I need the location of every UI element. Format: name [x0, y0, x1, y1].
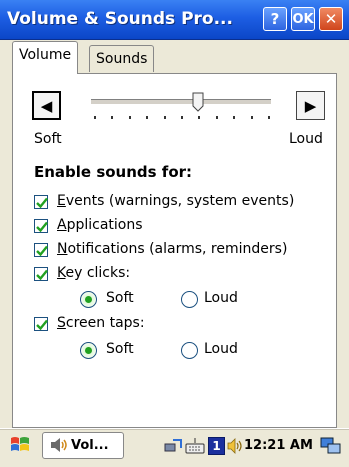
slider-tick	[164, 116, 166, 119]
applications-checkbox[interactable]	[34, 219, 48, 233]
slider-tick	[216, 116, 218, 119]
screen-taps-label[interactable]: Screen taps:	[57, 315, 145, 331]
slider-tick	[181, 116, 183, 119]
enable-sounds-heading: Enable sounds for:	[34, 163, 193, 181]
connectivity-icon[interactable]	[163, 436, 183, 456]
key-clicks-loud-label[interactable]: Loud	[204, 290, 238, 306]
help-button[interactable]: ?	[263, 7, 287, 31]
key-clicks-soft-radio[interactable]	[80, 291, 97, 308]
slider-tick	[233, 116, 235, 119]
screen-taps-loud-radio[interactable]	[181, 342, 198, 359]
close-button[interactable]: ✕	[319, 7, 343, 31]
check-icon	[36, 245, 48, 257]
keyboard-icon[interactable]	[185, 436, 205, 456]
volume-slider-track[interactable]	[91, 99, 271, 105]
volume-min-label: Soft	[34, 131, 62, 147]
key-clicks-checkbox[interactable]	[34, 267, 48, 281]
slider-tick	[268, 116, 270, 119]
ok-button[interactable]: OK	[291, 7, 315, 31]
screen-taps-checkbox[interactable]	[34, 317, 48, 331]
input-indicator-icon[interactable]: 1	[208, 437, 225, 455]
tab-sounds[interactable]: Sounds	[89, 45, 155, 72]
volume-icon[interactable]	[226, 436, 246, 456]
slider-tick	[251, 116, 253, 119]
check-icon	[36, 197, 48, 209]
notifications-label[interactable]: Notifications (alarms, reminders)	[57, 241, 287, 257]
slider-tick	[146, 116, 148, 119]
key-clicks-label[interactable]: Key clicks:	[57, 265, 130, 281]
window-title: Volume & Sounds Pro...	[7, 9, 233, 29]
slider-tick	[129, 116, 131, 119]
check-icon	[36, 269, 48, 281]
speaker-icon	[51, 438, 67, 452]
volume-slider-thumb[interactable]	[192, 92, 204, 112]
slider-tick	[94, 116, 96, 119]
show-desktop-icon[interactable]	[320, 436, 342, 456]
applications-label[interactable]: Applications	[57, 217, 143, 233]
check-icon	[36, 319, 48, 331]
clock[interactable]: 12:21 AM	[244, 438, 313, 453]
tab-strip: Volume Sounds	[0, 40, 349, 74]
radio-dot-icon	[85, 347, 92, 354]
screen-taps-soft-label[interactable]: Soft	[106, 341, 134, 357]
key-clicks-soft-label[interactable]: Soft	[106, 290, 134, 306]
check-icon	[36, 221, 48, 233]
slider-tick	[111, 116, 113, 119]
volume-up-button[interactable]: ▶	[296, 91, 325, 120]
events-checkbox[interactable]	[34, 195, 48, 209]
volume-down-button[interactable]: ◀	[32, 91, 61, 120]
tab-volume[interactable]: Volume	[12, 41, 79, 74]
title-bar: Volume & Sounds Pro... ? OK ✕	[0, 0, 349, 40]
key-clicks-loud-radio[interactable]	[181, 291, 198, 308]
slider-tick	[198, 116, 200, 119]
radio-dot-icon	[85, 296, 92, 303]
volume-max-label: Loud	[289, 131, 323, 147]
screen-taps-loud-label[interactable]: Loud	[204, 341, 238, 357]
screen-taps-soft-radio[interactable]	[80, 342, 97, 359]
notifications-checkbox[interactable]	[34, 243, 48, 257]
windows-flag-icon[interactable]	[8, 433, 32, 457]
events-label[interactable]: Events (warnings, system events)	[57, 193, 294, 209]
